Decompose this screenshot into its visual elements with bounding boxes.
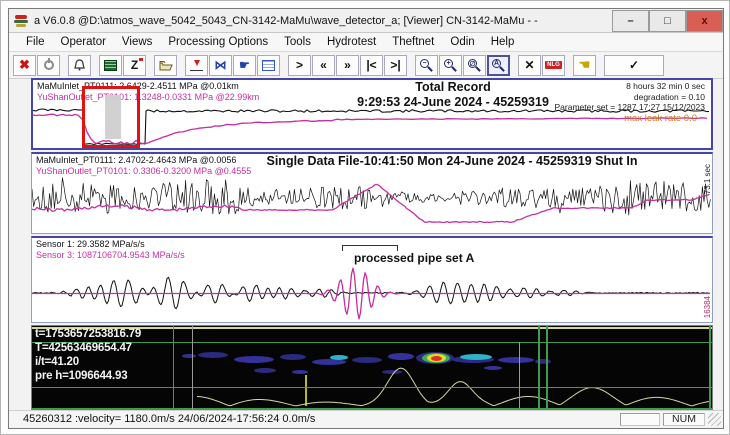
menu-hydrotest[interactable]: Hydrotest <box>319 34 384 50</box>
expand-icon[interactable]: ✕ <box>518 55 541 76</box>
fast-forward-icon[interactable]: » <box>336 55 359 76</box>
record-info-block: 8 hours 32 min 0 sec degradation = 0.10 … <box>554 81 705 113</box>
status-velocity-text: 45260312 :velocity= 1180.0m/s 24/06/2024… <box>9 413 620 425</box>
status-bar: 45260312 :velocity= 1180.0m/s 24/06/2024… <box>9 410 723 427</box>
spectrogram-grid-line <box>709 326 711 410</box>
clear-icon[interactable]: ✖ <box>13 55 36 76</box>
title-bar[interactable]: a V6.0.8 @D:\atmos_wave_5042_5043_CN-314… <box>9 9 723 33</box>
step-forward-icon[interactable]: > <box>288 55 311 76</box>
readout-it: i/t=41.20 <box>35 355 141 369</box>
pipe-set-annotation: processed pipe set A <box>354 251 474 265</box>
readout-t: t=1753657253816.79 <box>35 327 141 341</box>
panel-sensors[interactable]: Sensor 1: 29.3582 MPa/s/s Sensor 3: 1087… <box>31 236 713 323</box>
selection-handle[interactable] <box>105 95 121 139</box>
nlg-icon[interactable]: NLG <box>542 55 565 76</box>
single-data-title: Single Data File-10:41:50 Mon 24-June 20… <box>202 154 702 169</box>
close-button[interactable]: x <box>686 10 723 32</box>
menu-odin[interactable]: Odin <box>442 34 482 50</box>
rewind-icon[interactable]: « <box>312 55 335 76</box>
menu-help[interactable]: Help <box>483 34 523 50</box>
screenshot-stage: a V6.0.8 @D:\atmos_wave_5042_5043_CN-314… <box>0 0 730 435</box>
zoom-window-icon[interactable]: ∅ <box>463 55 486 76</box>
menu-bar: File Operator Views Processing Options T… <box>9 33 723 52</box>
z-report-icon[interactable]: Z <box>123 55 146 76</box>
spectrogram-grid-line <box>546 326 548 410</box>
sensor1-label: Sensor 1: 29.3582 MPa/s/s <box>36 239 185 250</box>
spectrogram-grid-line <box>32 387 712 388</box>
marker-chart-icon[interactable] <box>185 55 208 76</box>
menu-theftnet[interactable]: Theftnet <box>384 34 442 50</box>
max-leak-rate-label: max leak rate 0.0 <box>624 113 697 124</box>
yellow-hand-icon[interactable]: ☚ <box>573 55 596 76</box>
zoom-in-icon[interactable]: + <box>439 55 462 76</box>
readout-T: T=42563469654.47 <box>35 341 141 355</box>
spectrogram-grid-line <box>538 326 540 410</box>
status-cell-empty <box>620 413 660 426</box>
zoom-out-icon[interactable]: − <box>415 55 438 76</box>
table-icon[interactable] <box>257 55 280 76</box>
menu-file[interactable]: File <box>18 34 53 50</box>
sensor3-label: Sensor 3: 1087106704.9543 MPa/s/s <box>36 250 185 261</box>
maximize-button[interactable]: □ <box>649 10 686 32</box>
hand-pointer-icon[interactable]: ☛ <box>233 55 256 76</box>
spectrogram-grid-line <box>32 408 712 410</box>
menu-processing-options[interactable]: Processing Options <box>160 34 276 50</box>
panel3-y-axis-label: 16384 <box>703 296 712 318</box>
spectrogram-grid-line <box>173 326 174 410</box>
panel3-labels: Sensor 1: 29.3582 MPa/s/s Sensor 3: 1087… <box>36 239 185 261</box>
num-lock-indicator: NUM <box>663 413 705 426</box>
toolbar: ✖ Z ⋈ ☛ > « » |< >| − + ∅ A ✕ NLG ☚ <box>9 52 723 79</box>
bell-icon[interactable] <box>68 55 91 76</box>
apply-check-icon[interactable]: ✓ <box>604 55 664 76</box>
app-icon <box>14 14 29 28</box>
open-folder-icon[interactable] <box>154 55 177 76</box>
menu-operator[interactable]: Operator <box>53 34 114 50</box>
spectrogram-grid-line <box>519 342 520 408</box>
power-icon[interactable] <box>37 55 60 76</box>
go-first-icon[interactable]: |< <box>360 55 383 76</box>
record-degradation: degradation = 0.10 <box>554 92 705 103</box>
panel-total-record[interactable]: MaMuInlet_PT0111: 2.6429-2.4511 MPa @0.0… <box>31 78 713 150</box>
record-duration: 8 hours 32 min 0 sec <box>554 81 705 92</box>
data-grid-icon[interactable] <box>99 55 122 76</box>
resize-grip[interactable] <box>708 413 721 426</box>
bowtie-compare-icon[interactable]: ⋈ <box>209 55 232 76</box>
panel-spectrogram[interactable]: t=1753657253816.79 T=42563469654.47 i/t=… <box>31 325 713 411</box>
record-parameter-set: Parameter set = 1287 17:27 15/12/2023 <box>554 102 705 113</box>
minimize-button[interactable]: – <box>612 10 649 32</box>
panel-single-data-file[interactable]: MaMuInlet_PT0111: 2.4702-2.4643 MPa @0.0… <box>31 152 713 234</box>
selection-rectangle[interactable] <box>82 86 140 148</box>
panel2-y-axis-label: 73.1 sec <box>703 164 712 194</box>
go-last-icon[interactable]: >| <box>384 55 407 76</box>
zoom-auto-icon[interactable]: A <box>487 55 510 76</box>
menu-views[interactable]: Views <box>114 34 160 50</box>
spectrogram-readout: t=1753657253816.79 T=42563469654.47 i/t=… <box>35 327 141 383</box>
window-title: a V6.0.8 @D:\atmos_wave_5042_5043_CN-314… <box>34 15 538 27</box>
spectrogram-grid-line <box>192 326 193 410</box>
menu-tools[interactable]: Tools <box>276 34 319 50</box>
readout-preh: pre h=1096644.93 <box>35 369 141 383</box>
